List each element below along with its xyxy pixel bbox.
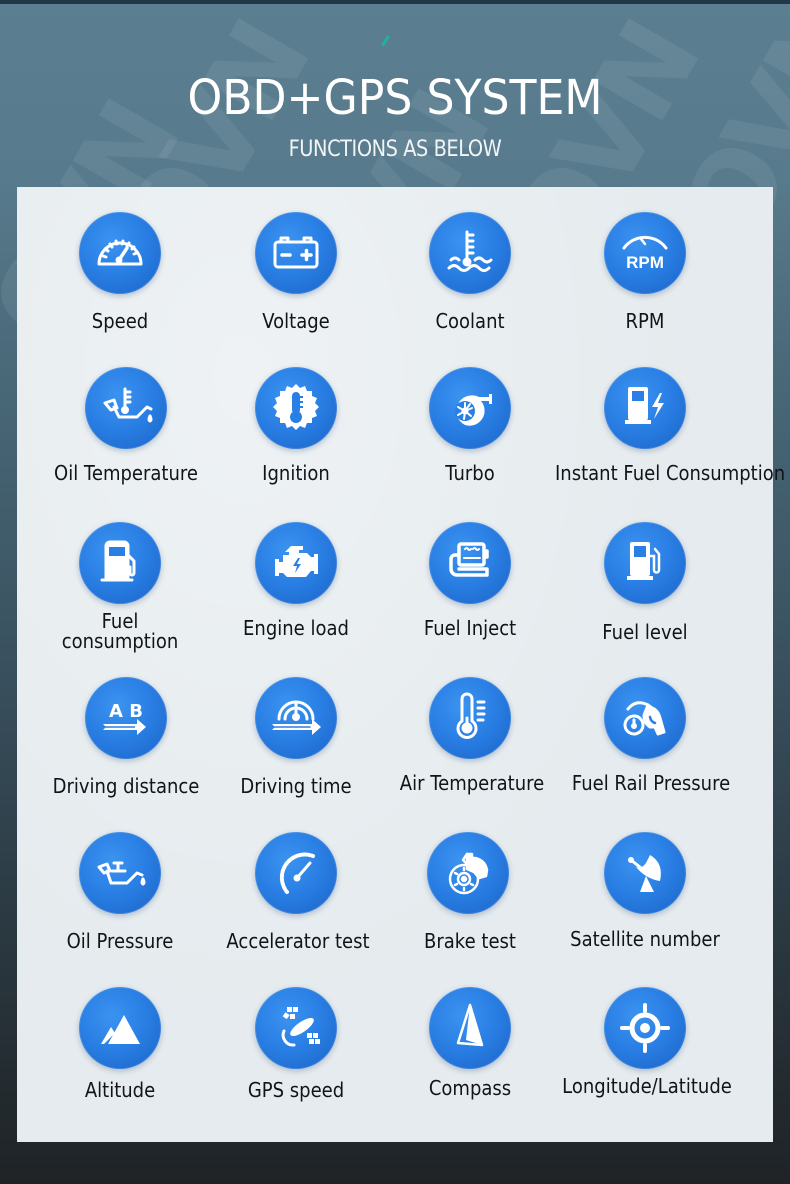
- battery-icon: [255, 212, 337, 294]
- function-label: Instant Fuel Consumption: [555, 461, 786, 485]
- fuel-station-icon: [604, 522, 686, 604]
- function-label: Ignition: [262, 461, 330, 485]
- function-label: Coolant: [435, 309, 505, 333]
- svg-text:A B: A B: [109, 701, 143, 722]
- function-label-line2: consumption: [61, 629, 179, 653]
- brake-disc-icon: [427, 832, 509, 914]
- coolant-temperature-icon: [429, 212, 511, 294]
- function-label: Accelerator test: [226, 929, 370, 953]
- function-label: Turbo: [445, 461, 495, 485]
- fuel-pump-icon: [79, 522, 161, 604]
- function-label: Oil Pressure: [66, 929, 174, 953]
- fuel-injector-icon: [429, 522, 511, 604]
- rpm-gauge-icon: RPM: [604, 212, 686, 294]
- crosshair-location-icon: [604, 987, 686, 1069]
- function-label: Fuel level: [602, 620, 688, 644]
- mountain-icon: [79, 987, 161, 1069]
- svg-text:RPM: RPM: [626, 253, 664, 272]
- gauge-arrow-icon: [255, 677, 337, 759]
- function-label: Speed: [91, 309, 149, 333]
- top-border: [0, 0, 790, 4]
- function-label: Driving distance: [52, 774, 200, 798]
- function-label: Oil Temperature: [54, 461, 198, 485]
- oil-can-icon: [79, 832, 161, 914]
- accelerator-gauge-icon: [255, 832, 337, 914]
- function-label: Brake test: [424, 929, 516, 953]
- accent-mark: [380, 35, 391, 47]
- function-label: Engine load: [243, 616, 349, 640]
- oil-temperature-icon: [85, 367, 167, 449]
- satellite-dish-icon: [604, 832, 686, 914]
- page-title: OBD+GPS SYSTEM: [187, 70, 603, 126]
- function-label: RPM: [625, 309, 665, 333]
- speedometer-icon: [79, 212, 161, 294]
- thermometer-icon: [429, 677, 511, 759]
- function-label: Driving time: [240, 774, 352, 798]
- function-label: GPS speed: [247, 1078, 345, 1102]
- a-to-b-arrow-icon: A B: [85, 677, 167, 759]
- compass-arrow-icon: [429, 987, 511, 1069]
- fuel-nozzle-gauge-icon: [604, 677, 686, 759]
- engine-icon: [255, 522, 337, 604]
- function-label: Satellite number: [570, 927, 720, 951]
- function-label: Longitude/Latitude: [562, 1074, 732, 1098]
- function-label: Fuel Inject: [423, 616, 517, 640]
- fuel-pump-lightning-icon: [604, 367, 686, 449]
- function-label: Compass: [428, 1076, 512, 1100]
- function-label: Fuel Rail Pressure: [571, 771, 731, 795]
- turbo-icon: [429, 367, 511, 449]
- satellite-icon: [255, 987, 337, 1069]
- function-label: Altitude: [84, 1078, 156, 1102]
- page-subtitle: FUNCTIONS AS BELOW: [288, 137, 502, 162]
- function-label: Air Temperature: [399, 771, 545, 795]
- function-label: Voltage: [262, 309, 330, 333]
- ignition-thermometer-icon: [255, 367, 337, 449]
